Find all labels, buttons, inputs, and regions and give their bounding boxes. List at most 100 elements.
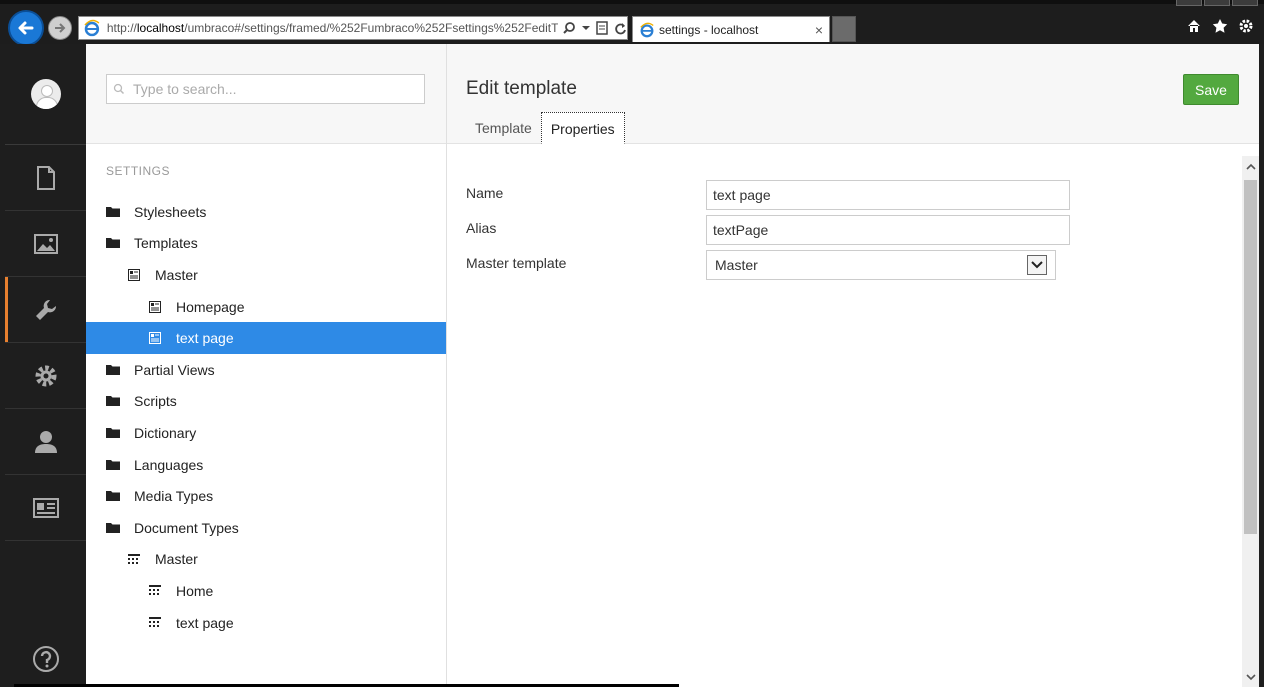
scrollbar-thumb[interactable] xyxy=(1244,180,1257,534)
address-tools xyxy=(562,21,627,35)
page-title: Edit template xyxy=(466,78,577,99)
forward-button[interactable] xyxy=(48,16,72,40)
alias-field[interactable] xyxy=(706,215,1070,245)
doctype-icon xyxy=(148,584,162,598)
scroll-down-icon[interactable] xyxy=(1242,667,1259,687)
template-icon xyxy=(148,331,162,345)
tree-node[interactable]: text page xyxy=(86,322,446,354)
ie-logo-icon xyxy=(640,22,654,37)
tree-node[interactable]: Homepage xyxy=(86,291,446,323)
master-template-row: Master template Master xyxy=(466,250,1086,285)
editor-panel: Edit template Save Template Properties N… xyxy=(447,44,1259,687)
folder-icon xyxy=(106,489,120,503)
arrow-right-icon xyxy=(55,23,66,33)
refresh-icon[interactable] xyxy=(614,22,627,35)
section-members[interactable] xyxy=(5,475,86,541)
section-developer[interactable] xyxy=(5,343,86,409)
tree-node[interactable]: Templates xyxy=(86,228,446,260)
maximize-button[interactable] xyxy=(1204,0,1230,6)
search-input[interactable] xyxy=(131,80,411,98)
tree-node[interactable]: Media Types xyxy=(86,480,446,512)
tree-node[interactable]: Master xyxy=(86,259,446,291)
address-bar[interactable]: http://localhost/umbraco#/settings/frame… xyxy=(78,16,628,40)
close-window-button[interactable] xyxy=(1232,0,1258,6)
search-icon[interactable] xyxy=(562,21,576,35)
section-settings[interactable] xyxy=(5,277,86,343)
name-field[interactable] xyxy=(706,180,1070,210)
tree-node-label: Scripts xyxy=(134,393,177,410)
new-tab-button[interactable] xyxy=(832,16,856,42)
tree-node-label: text page xyxy=(176,330,234,347)
tree-node[interactable]: Scripts xyxy=(86,386,446,418)
chrome-top-strip xyxy=(0,0,1264,4)
id-card-icon xyxy=(32,497,59,518)
tree-header xyxy=(86,44,446,144)
avatar[interactable] xyxy=(30,79,61,109)
address-suffix: /umbraco#/settings/framed/%252Fumbraco%2… xyxy=(184,21,558,35)
alias-row: Alias xyxy=(466,215,1086,250)
folder-icon xyxy=(106,426,120,440)
tree-node-label: text page xyxy=(176,614,234,631)
image-icon xyxy=(33,233,58,254)
tree-node[interactable]: text page xyxy=(86,607,446,639)
tab-properties[interactable]: Properties xyxy=(540,112,625,144)
folder-icon xyxy=(106,205,120,219)
tree-node-label: Templates xyxy=(134,235,198,252)
tree-node-label: Document Types xyxy=(134,519,239,536)
tree-node-label: Dictionary xyxy=(134,424,197,441)
dropdown-arrow-icon[interactable] xyxy=(582,24,590,32)
doctype-icon xyxy=(148,616,162,630)
browser-tab[interactable]: settings - localhost × xyxy=(632,16,830,42)
tree-node[interactable]: Stylesheets xyxy=(86,196,446,228)
tree-node-label: Partial Views xyxy=(134,361,215,378)
tree-panel: SETTINGS Stylesheets Templates Master Homep… xyxy=(86,44,447,687)
chevron-down-icon[interactable] xyxy=(1027,255,1047,275)
save-button[interactable]: Save xyxy=(1183,74,1239,105)
tab-title: settings - localhost xyxy=(659,22,759,37)
gear-icon[interactable] xyxy=(1238,18,1254,34)
tree-node[interactable]: Document Types xyxy=(86,512,446,544)
master-template-select[interactable]: Master xyxy=(706,250,1056,280)
name-label: Name xyxy=(466,185,504,201)
home-icon[interactable] xyxy=(1186,18,1202,34)
address-url[interactable]: http://localhost/umbraco#/settings/frame… xyxy=(107,21,558,35)
favorites-star-icon[interactable] xyxy=(1212,18,1228,34)
tree-node[interactable]: Master xyxy=(86,544,446,576)
section-sidebar xyxy=(5,44,86,687)
minimize-button[interactable] xyxy=(1176,0,1202,6)
tree-list: Stylesheets Templates Master Homepage text p… xyxy=(86,196,446,638)
tab-close-icon[interactable]: × xyxy=(815,22,823,38)
editor-header: Edit template Save Template Properties xyxy=(447,44,1259,144)
tree-node[interactable]: Partial Views xyxy=(86,354,446,386)
search-icon xyxy=(113,83,125,95)
template-icon xyxy=(127,268,141,282)
tree-node[interactable]: Dictionary xyxy=(86,417,446,449)
back-button[interactable] xyxy=(8,10,44,46)
scroll-up-icon[interactable] xyxy=(1242,156,1259,176)
ie-logo-icon xyxy=(84,19,100,37)
folder-icon xyxy=(106,236,120,250)
template-icon xyxy=(148,300,162,314)
tree-node[interactable]: Languages xyxy=(86,449,446,481)
section-users[interactable] xyxy=(5,409,86,475)
master-template-value: Master xyxy=(715,257,758,273)
tree-node-label: Languages xyxy=(134,456,204,473)
tab-template[interactable]: Template xyxy=(466,112,541,144)
section-media[interactable] xyxy=(5,211,86,277)
tree-node-label: Media Types xyxy=(134,488,214,505)
alias-label: Alias xyxy=(466,220,497,236)
user-avatar-cell[interactable] xyxy=(5,44,86,145)
compatibility-icon[interactable] xyxy=(596,21,608,35)
address-prefix: http:// xyxy=(106,21,137,35)
tree-node-label: Home xyxy=(176,582,214,599)
gear-icon xyxy=(35,365,56,386)
help-icon[interactable] xyxy=(32,645,60,673)
section-content[interactable] xyxy=(5,145,86,211)
browser-toolbar-right xyxy=(1186,18,1254,34)
help-cell xyxy=(5,645,86,673)
tree-node[interactable]: Home xyxy=(86,575,446,607)
user-icon xyxy=(34,430,57,453)
editor-scrollbar[interactable] xyxy=(1242,156,1259,687)
search-box[interactable] xyxy=(106,74,425,104)
arrow-left-icon xyxy=(18,21,34,35)
